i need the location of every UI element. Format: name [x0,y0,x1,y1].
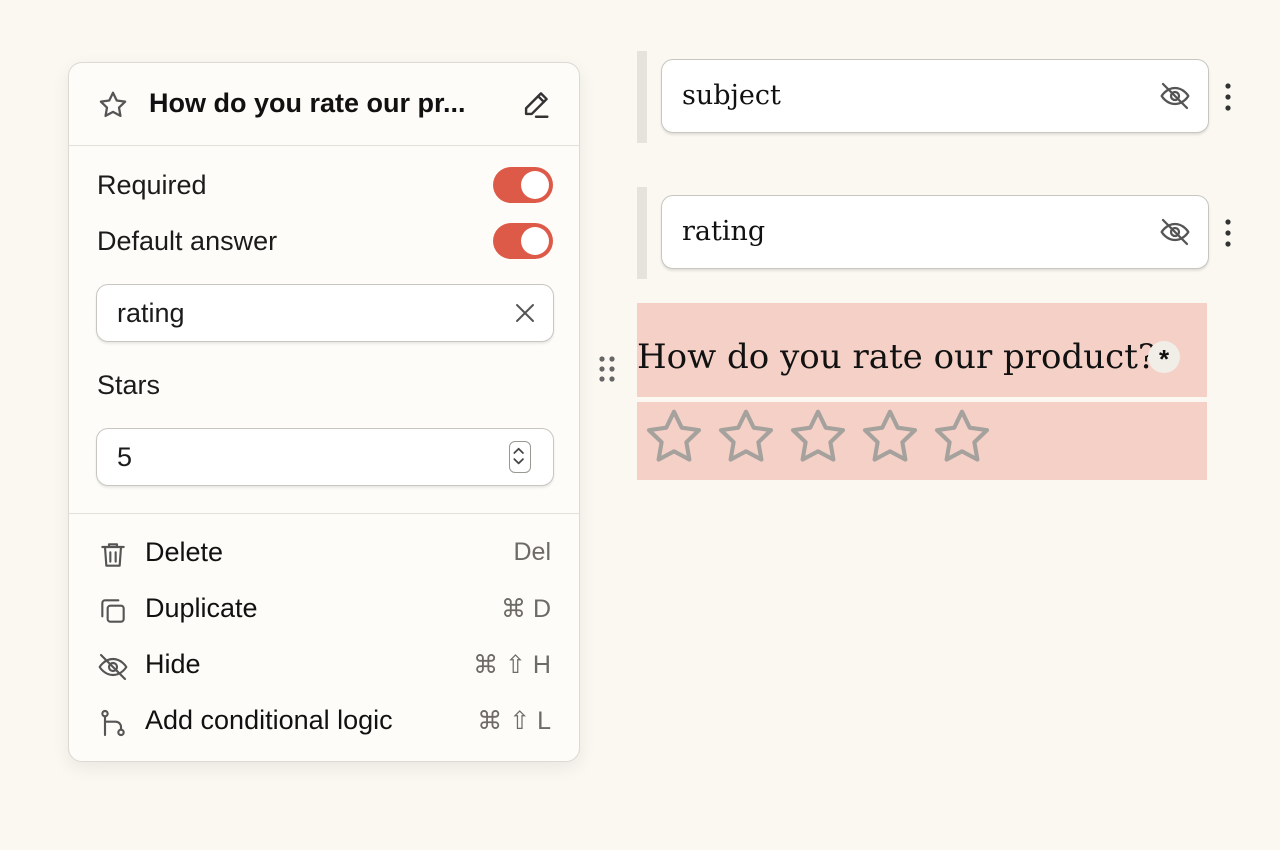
field-label: rating [682,216,766,247]
rating-star-4[interactable] [855,404,925,470]
more-vertical-icon[interactable] [1223,217,1233,249]
star-rating [637,402,1207,480]
question-title: How do you rate our product? [637,337,1157,377]
stars-label: Stars [97,370,161,400]
delete-shortcut: Del [513,538,551,566]
required-label: Required [97,170,207,200]
toggle-knob [521,227,549,255]
add-conditional-logic-menu-item[interactable]: Add conditional logic ⌘ ⇧ L [69,700,579,746]
delete-label: Delete [145,537,224,567]
eye-off-icon[interactable] [1158,80,1192,112]
required-badge: * [1148,341,1180,374]
eye-off-icon[interactable] [1158,216,1192,248]
default-answer-input[interactable] [117,295,477,331]
question-title-block[interactable]: How do you rate our product? * [637,303,1207,397]
panel-header: How do you rate our pr... [69,63,579,146]
star-icon [99,91,127,118]
add-conditional-logic-label: Add conditional logic [145,705,393,735]
hidden-field-rating[interactable]: rating [661,195,1209,269]
branch-icon [101,709,125,737]
eye-off-icon [98,653,128,681]
more-vertical-icon[interactable] [1223,81,1233,113]
rating-star-5[interactable] [927,404,997,470]
hidden-field-row: rating [637,187,1237,279]
field-label: subject [682,80,781,111]
default-answer-field [96,284,554,342]
duplicate-shortcut: ⌘ D [501,595,551,623]
panel-title: How do you rate our pr... [149,88,466,118]
rating-star-1[interactable] [639,404,709,470]
hide-shortcut: ⌘ ⇧ H [473,651,551,679]
trash-icon [101,543,125,567]
hide-label: Hide [145,649,201,679]
stars-field [96,428,554,486]
delete-menu-item[interactable]: Delete Del [69,532,579,578]
field-indent-bar [637,51,647,143]
quantity-stepper[interactable] [509,441,531,473]
divider [69,513,579,514]
required-toggle[interactable] [493,167,553,203]
rating-star-2[interactable] [711,404,781,470]
rating-star-3[interactable] [783,404,853,470]
default-answer-toggle[interactable] [493,223,553,259]
default-answer-label: Default answer [97,226,278,256]
duplicate-icon [101,599,125,623]
add-conditional-logic-shortcut: ⌘ ⇧ L [477,707,551,735]
stepper-arrows-icon [513,447,524,465]
clear-icon[interactable] [513,301,537,325]
question-settings-panel: How do you rate our pr... Required Defau… [68,62,580,762]
duplicate-label: Duplicate [145,593,258,623]
duplicate-menu-item[interactable]: Duplicate ⌘ D [69,588,579,634]
stars-input[interactable] [117,439,477,475]
field-indent-bar [637,187,647,279]
toggle-knob [521,171,549,199]
hidden-field-subject[interactable]: subject [661,59,1209,133]
drag-handle-icon[interactable] [598,355,616,383]
edit-icon[interactable] [519,87,553,121]
hidden-field-row: subject [637,51,1237,143]
hide-menu-item[interactable]: Hide ⌘ ⇧ H [69,644,579,690]
